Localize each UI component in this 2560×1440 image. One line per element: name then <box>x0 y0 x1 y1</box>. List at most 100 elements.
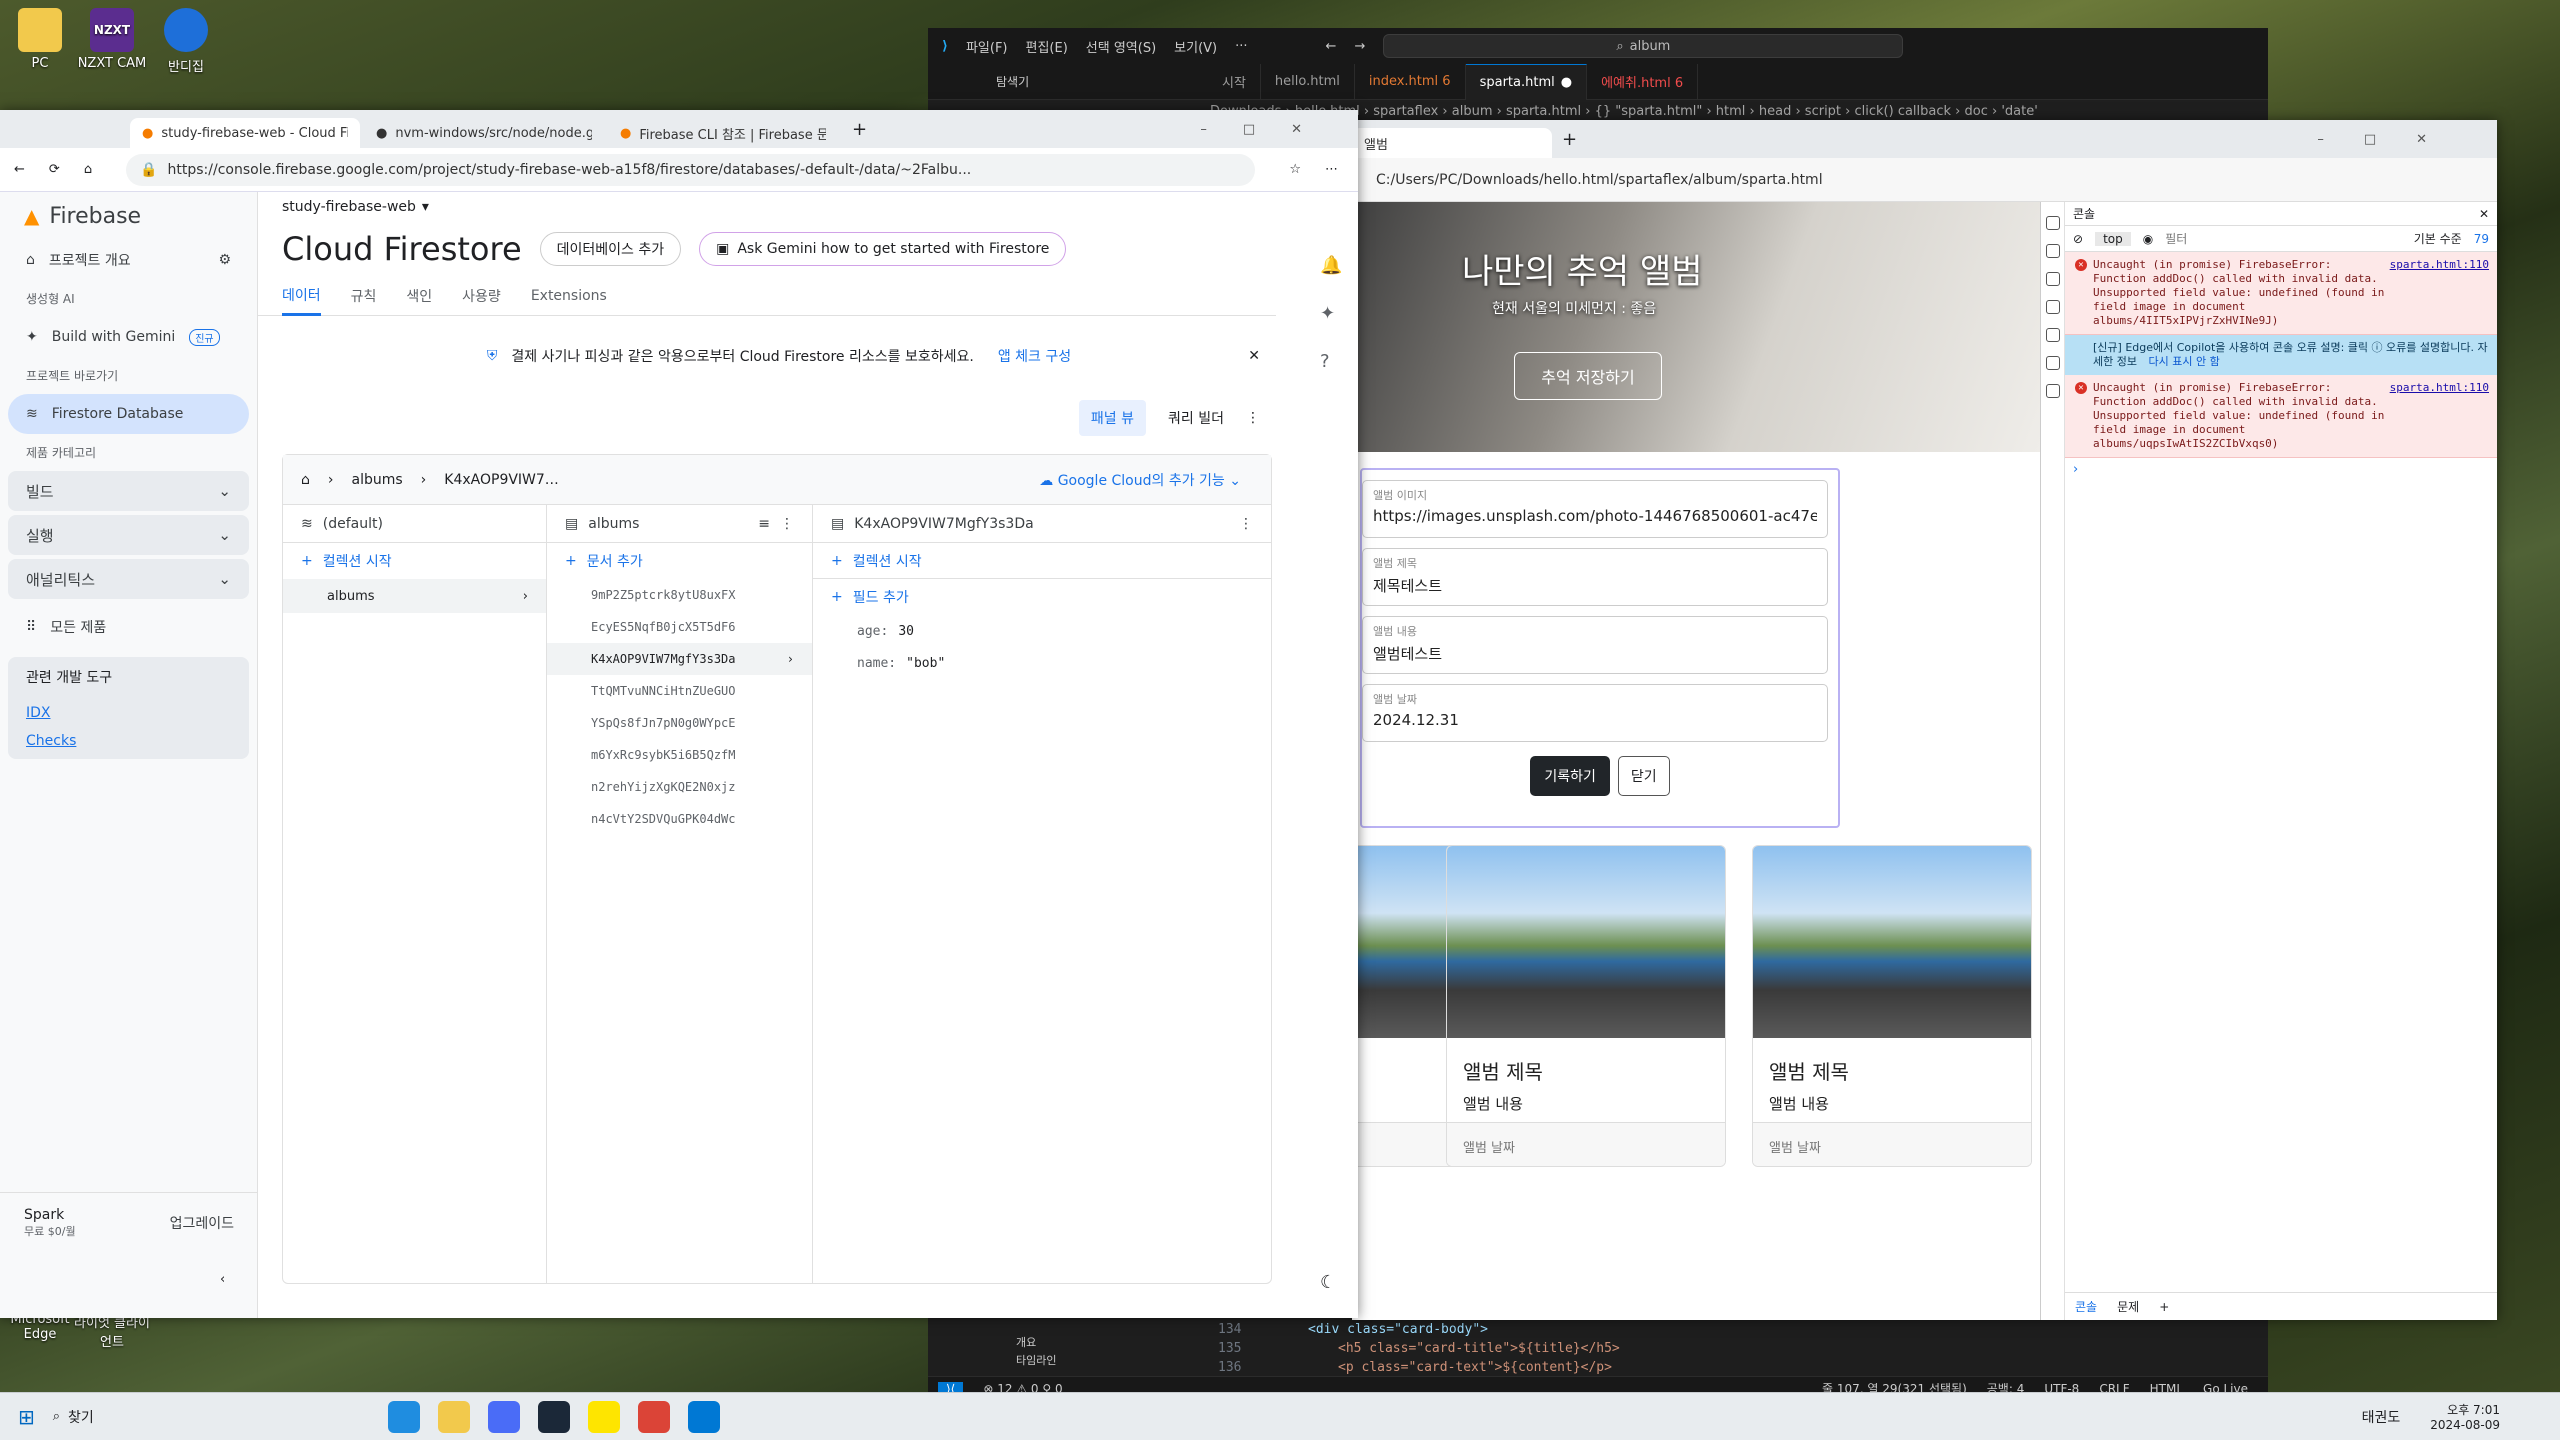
start-collection-button[interactable]: + 컬렉션 시작 <box>813 543 1271 579</box>
store-taskbar-icon[interactable] <box>488 1400 521 1433</box>
outline-section[interactable]: 개요 <box>976 1334 1056 1352</box>
window-controls[interactable]: –□✕ <box>2317 132 2467 147</box>
sparkle-icon[interactable]: ✦ <box>1320 290 1358 338</box>
tab-ehehchi-html[interactable]: 에예취.html 6 <box>1587 63 1699 100</box>
vscode-taskbar-icon[interactable] <box>688 1400 721 1433</box>
refresh-icon[interactable]: ⟳ <box>49 162 60 177</box>
notifications-icon[interactable]: 🔔 <box>1320 242 1358 290</box>
date-field[interactable]: 앨범 날짜 2024.12.31 <box>1362 684 1828 742</box>
field-row[interactable]: age: 30 <box>813 615 1271 647</box>
tab-firebase-cli[interactable]: ● Firebase CLI 참조 | Firebase 문서 <box>608 118 838 148</box>
tab-usage[interactable]: 사용량 <box>462 286 501 306</box>
sidebar-group-run[interactable]: 실행 ⌄ <box>8 515 249 555</box>
issue-counter[interactable]: 79 <box>2474 232 2489 246</box>
desktop-icon-bandizip[interactable]: 반디집 <box>146 8 226 75</box>
more-vert-icon[interactable]: ⋮ <box>1239 516 1253 532</box>
list-item[interactable]: n4cVtY2SDVQuGPK04dWc <box>547 803 812 835</box>
list-item[interactable]: n2rehYijzXgKQE2N0xjz <box>547 771 812 803</box>
filter-icon[interactable]: ≡ <box>758 516 770 532</box>
filter-input[interactable]: 필터 <box>2165 230 2265 247</box>
home-icon[interactable]: ⌂ <box>301 472 310 488</box>
explorer-activity-icon[interactable] <box>928 64 976 100</box>
help-icon[interactable]: ? <box>1320 338 1358 386</box>
star-icon[interactable]: ☆ <box>1289 162 1301 177</box>
add-document-button[interactable]: + 문서 추가 <box>547 543 812 579</box>
tab-data[interactable]: 데이터 <box>282 276 321 316</box>
menu-selection[interactable]: 선택 영역(S) <box>1086 37 1156 56</box>
upgrade-button[interactable]: 업그레이드 <box>170 1213 234 1233</box>
tab-indexes[interactable]: 색인 <box>406 286 432 306</box>
gear-icon[interactable]: ⚙ <box>218 252 231 268</box>
windows-start-icon[interactable]: ⊞ <box>18 1405 35 1429</box>
forward-arrow-icon[interactable]: → <box>1354 39 1365 54</box>
edge-tab[interactable]: 앨범 <box>1352 128 1552 158</box>
tab-nvm-github[interactable]: ● nvm-windows/src/node/node.go <box>364 118 604 148</box>
list-item[interactable]: TtQMTvuNNCiHtnZUeGUO <box>547 675 812 707</box>
start-collection-button[interactable]: + 컬렉션 시작 <box>283 543 546 579</box>
ime-indicator[interactable]: 태권도 <box>2362 1407 2401 1427</box>
menu-edit[interactable]: 편집(E) <box>1026 37 1068 56</box>
tab-rules[interactable]: 규칙 <box>351 286 377 306</box>
new-tab-icon[interactable]: + <box>1562 129 1577 150</box>
more-icon[interactable]: ⋯ <box>1325 162 1338 177</box>
add-drawer-tab-icon[interactable]: + <box>2159 1300 2169 1314</box>
error-source-link[interactable]: sparta.html:110 <box>2390 381 2489 395</box>
add-field-button[interactable]: + 필드 추가 <box>813 579 1271 615</box>
breadcrumb-albums[interactable]: albums <box>352 472 403 488</box>
query-builder-button[interactable]: 쿼리 빌더 <box>1156 400 1236 436</box>
more-vert-icon[interactable]: ⋮ <box>1246 410 1260 426</box>
sidebar-group-analytics[interactable]: 애널리틱스 ⌄ <box>8 559 249 599</box>
panel-view-button[interactable]: 패널 뷰 <box>1078 400 1147 436</box>
sidebar-item-firestore[interactable]: ≋ Firestore Database <box>8 394 249 434</box>
clear-console-icon[interactable]: ⊘ <box>2073 232 2083 246</box>
app-check-link[interactable]: 앱 체크 구성 <box>998 346 1071 366</box>
close-icon[interactable]: ✕ <box>2479 207 2489 221</box>
idx-link[interactable]: IDX <box>26 705 231 721</box>
list-item[interactable]: m6YxRc9sybK5i6B5QzfM <box>547 739 812 771</box>
tab-firebase-console[interactable]: ●study-firebase-web - Cloud Fires <box>130 118 360 148</box>
list-item[interactable]: albums › <box>283 579 546 613</box>
sidebar-group-build[interactable]: 빌드 ⌄ <box>8 471 249 511</box>
gemini-button[interactable]: ▣ Ask Gemini how to get started with Fire… <box>699 232 1067 266</box>
clock-time[interactable]: 오후 7:01 <box>2430 1401 2500 1418</box>
sidebar-item-build-with-gemini[interactable]: ✦ Build with Gemini 진규 <box>0 317 257 357</box>
menu-more[interactable]: ··· <box>1235 39 1247 54</box>
drawer-tab-issues[interactable]: 문제 <box>2117 1298 2139 1315</box>
context-select[interactable]: top <box>2095 231 2131 246</box>
back-arrow-icon[interactable]: ← <box>1326 39 1337 54</box>
taskbar-search[interactable]: 찾기 <box>68 1407 268 1427</box>
project-select[interactable]: study-firebase-web ▾ <box>258 192 1300 222</box>
more-vert-icon[interactable]: ⋮ <box>780 516 794 532</box>
record-button[interactable]: 기록하기 <box>1530 756 1610 796</box>
console-prompt[interactable]: › <box>2065 458 2497 481</box>
edge-address-bar[interactable]: C:/Users/PC/Downloads/hello.html/spartaf… <box>1362 164 2487 196</box>
menu-file[interactable]: 파일(F) <box>966 37 1008 56</box>
checks-link[interactable]: Checks <box>26 733 231 749</box>
title-field[interactable]: 앨범 제목 제목테스트 <box>1362 548 1828 606</box>
tab-sparta-html[interactable]: sparta.html ● <box>1465 63 1588 100</box>
list-item-selected[interactable]: K4xAOP9VIW7MgfY3s3Da › <box>547 643 812 675</box>
dismiss-link[interactable]: 다시 표시 안 함 <box>2148 355 2219 368</box>
tab-hello-html[interactable]: hello.html <box>1261 63 1355 100</box>
list-item[interactable]: EcyES5NqfB0jcX5T5dF6 <box>547 611 812 643</box>
code-editor[interactable]: 134 <div class="card-body"> 135 <h5 class=… <box>1218 1320 1620 1377</box>
explorer-taskbar-icon[interactable] <box>438 1400 471 1433</box>
steam-taskbar-icon[interactable] <box>538 1400 571 1433</box>
field-row[interactable]: name: "bob" <box>813 647 1271 679</box>
list-item[interactable]: YSpQs8fJn7pN0g0WYpcE <box>547 707 812 739</box>
list-item[interactable]: 9mP2Z5ptcrk8ytU8uxFX <box>547 579 812 611</box>
home-icon[interactable]: ⌂ <box>84 162 92 177</box>
eye-icon[interactable]: ◉ <box>2143 232 2153 246</box>
content-field[interactable]: 앨범 내용 앨범테스트 <box>1362 616 1828 674</box>
back-icon[interactable]: ← <box>14 162 25 177</box>
kakaotalk-taskbar-icon[interactable] <box>588 1400 621 1433</box>
dark-mode-icon[interactable]: ☾ <box>1320 1272 1336 1293</box>
drawer-tab-console[interactable]: 콘솔 <box>2075 1298 2097 1315</box>
tab-index-html[interactable]: index.html 6 <box>1355 63 1466 100</box>
close-button[interactable]: 닫기 <box>1617 756 1670 796</box>
timeline-section[interactable]: 타임라인 <box>976 1352 1056 1370</box>
save-memory-button[interactable]: 추억 저장하기 <box>1514 352 1662 400</box>
desktop-icon-pc[interactable]: PC <box>0 8 80 71</box>
edge-taskbar-icon[interactable] <box>388 1400 421 1433</box>
tab-start[interactable]: 시작 <box>1208 63 1261 100</box>
